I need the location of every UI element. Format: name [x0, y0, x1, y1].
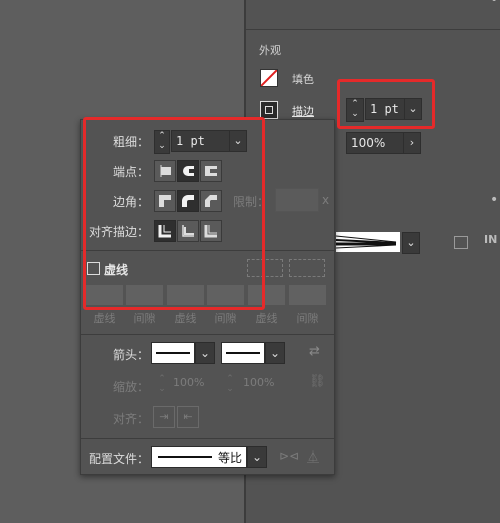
uniform-profile-icon	[158, 456, 212, 458]
panel-more-icon[interactable]: •	[490, 192, 498, 208]
stroke-weight-stepper[interactable]: ⌃ ⌄	[346, 98, 364, 122]
weight-field[interactable]: 1 pt	[171, 130, 233, 152]
arrow-extend-button[interactable]: ⇥	[153, 406, 175, 428]
scale-start-stepper[interactable]: ⌃ ⌄	[155, 374, 169, 394]
dash-field-3[interactable]	[248, 285, 285, 305]
brush-stroke-icon	[335, 235, 397, 249]
dash-align-button[interactable]	[289, 259, 325, 277]
gap-field-3[interactable]	[289, 285, 326, 305]
opacity-arrow-button[interactable]: ›	[403, 132, 421, 154]
dash-field-2[interactable]	[167, 285, 204, 305]
link-scale-icon[interactable]: ⛓	[309, 374, 326, 389]
align-center-icon	[158, 225, 171, 238]
gap-field-2[interactable]	[207, 285, 244, 305]
fill-swatch[interactable]	[260, 69, 278, 87]
gap-label-1: 间隙	[133, 312, 156, 325]
align-stroke-label: 对齐描边：	[88, 225, 149, 239]
panel-menu-icon[interactable]: •	[490, 0, 498, 8]
stroke-weight-field[interactable]: 1 pt	[365, 98, 405, 120]
gap-label-3: 间隙	[296, 312, 319, 325]
projecting-cap-button[interactable]	[200, 160, 222, 182]
scale-start-field[interactable]: 100%	[173, 376, 204, 389]
profile-value: 等比	[218, 451, 243, 465]
brush-options-icon[interactable]: IN	[484, 233, 497, 246]
flip-vertical-icon[interactable]: ⏅	[307, 448, 319, 465]
popup-divider-3	[81, 438, 334, 439]
stroke-swatch-inner	[265, 106, 273, 114]
round-join-button[interactable]	[177, 190, 199, 212]
align-inside-icon	[182, 225, 194, 237]
arrowhead-label: 箭头：	[112, 348, 149, 362]
weight-dropdown[interactable]: ⌄	[229, 130, 247, 152]
butt-cap-icon	[160, 165, 171, 177]
bevel-join-button[interactable]	[200, 190, 222, 212]
dash-label-1: 虚线	[93, 312, 116, 325]
line-preview-icon	[226, 352, 260, 354]
dash-label-2: 虚线	[174, 312, 197, 325]
appearance-title: 外观	[259, 44, 281, 57]
align-inside-button[interactable]	[177, 220, 199, 242]
weight-label: 粗细：	[112, 135, 149, 149]
dash-exact-button[interactable]	[247, 259, 283, 277]
brush-library-icon[interactable]	[454, 236, 468, 249]
gap-label-2: 间隙	[214, 312, 237, 325]
popup-divider	[81, 250, 334, 251]
round-cap-button[interactable]	[177, 160, 199, 182]
fill-label: 填色	[292, 73, 314, 86]
limit-label: 限制：	[232, 195, 269, 209]
end-arrowhead-select[interactable]	[221, 342, 265, 364]
stroke-options-popup: 粗细： ⌃ ⌄ 1 pt ⌄ 端点： 边角： 限制： x 对齐描边： 虚线 虚线…	[80, 119, 335, 475]
align-outside-button[interactable]	[200, 220, 222, 242]
dashed-checkbox[interactable]	[87, 262, 100, 275]
weight-stepper[interactable]: ⌃ ⌄	[154, 130, 170, 154]
profile-dropdown[interactable]: ⌄	[247, 446, 267, 468]
end-arrowhead-dropdown[interactable]: ⌄	[265, 342, 285, 364]
bevel-join-icon	[205, 195, 217, 207]
line-preview-icon	[156, 352, 190, 354]
align-outside-icon	[204, 225, 217, 238]
align-center-button[interactable]	[154, 220, 176, 242]
cap-label: 端点：	[112, 165, 149, 179]
profile-label: 配置文件：	[88, 452, 149, 466]
projecting-cap-icon	[205, 166, 217, 176]
miter-join-icon	[159, 195, 171, 207]
brush-preview[interactable]	[335, 232, 400, 252]
limit-unit: x	[322, 193, 330, 207]
opacity-field[interactable]: 100%	[346, 132, 404, 154]
start-arrowhead-dropdown[interactable]: ⌄	[195, 342, 215, 364]
scale-end-stepper[interactable]: ⌃ ⌄	[223, 374, 237, 394]
dashed-label: 虚线	[104, 263, 129, 277]
arrow-align-label: 对齐：	[112, 412, 149, 426]
none-fill-icon	[260, 69, 278, 87]
round-cap-icon	[183, 166, 195, 176]
stroke-label[interactable]: 描边	[292, 103, 314, 119]
brush-dropdown[interactable]: ⌄	[402, 232, 420, 254]
butt-cap-button[interactable]	[154, 160, 176, 182]
start-arrowhead-select[interactable]	[151, 342, 195, 364]
flip-horizontal-icon[interactable]: ⊳⊲	[279, 449, 299, 463]
miter-join-button[interactable]	[154, 190, 176, 212]
dash-field-1[interactable]	[86, 285, 123, 305]
swap-arrows-icon[interactable]: ⇄	[309, 344, 320, 359]
profile-select[interactable]: 等比	[151, 446, 247, 468]
round-join-icon	[182, 195, 194, 207]
gap-field-1[interactable]	[126, 285, 163, 305]
scale-label: 缩放：	[112, 380, 149, 394]
corner-label: 边角：	[112, 195, 149, 209]
limit-field[interactable]	[275, 188, 319, 212]
arrow-place-button[interactable]: ⇤	[177, 406, 199, 428]
section-divider	[246, 29, 500, 30]
dash-label-3: 虚线	[255, 312, 278, 325]
scale-end-field[interactable]: 100%	[243, 376, 274, 389]
popup-divider-2	[81, 334, 334, 335]
stroke-swatch[interactable]	[260, 101, 278, 119]
stroke-weight-dropdown[interactable]: ⌄	[404, 98, 422, 120]
